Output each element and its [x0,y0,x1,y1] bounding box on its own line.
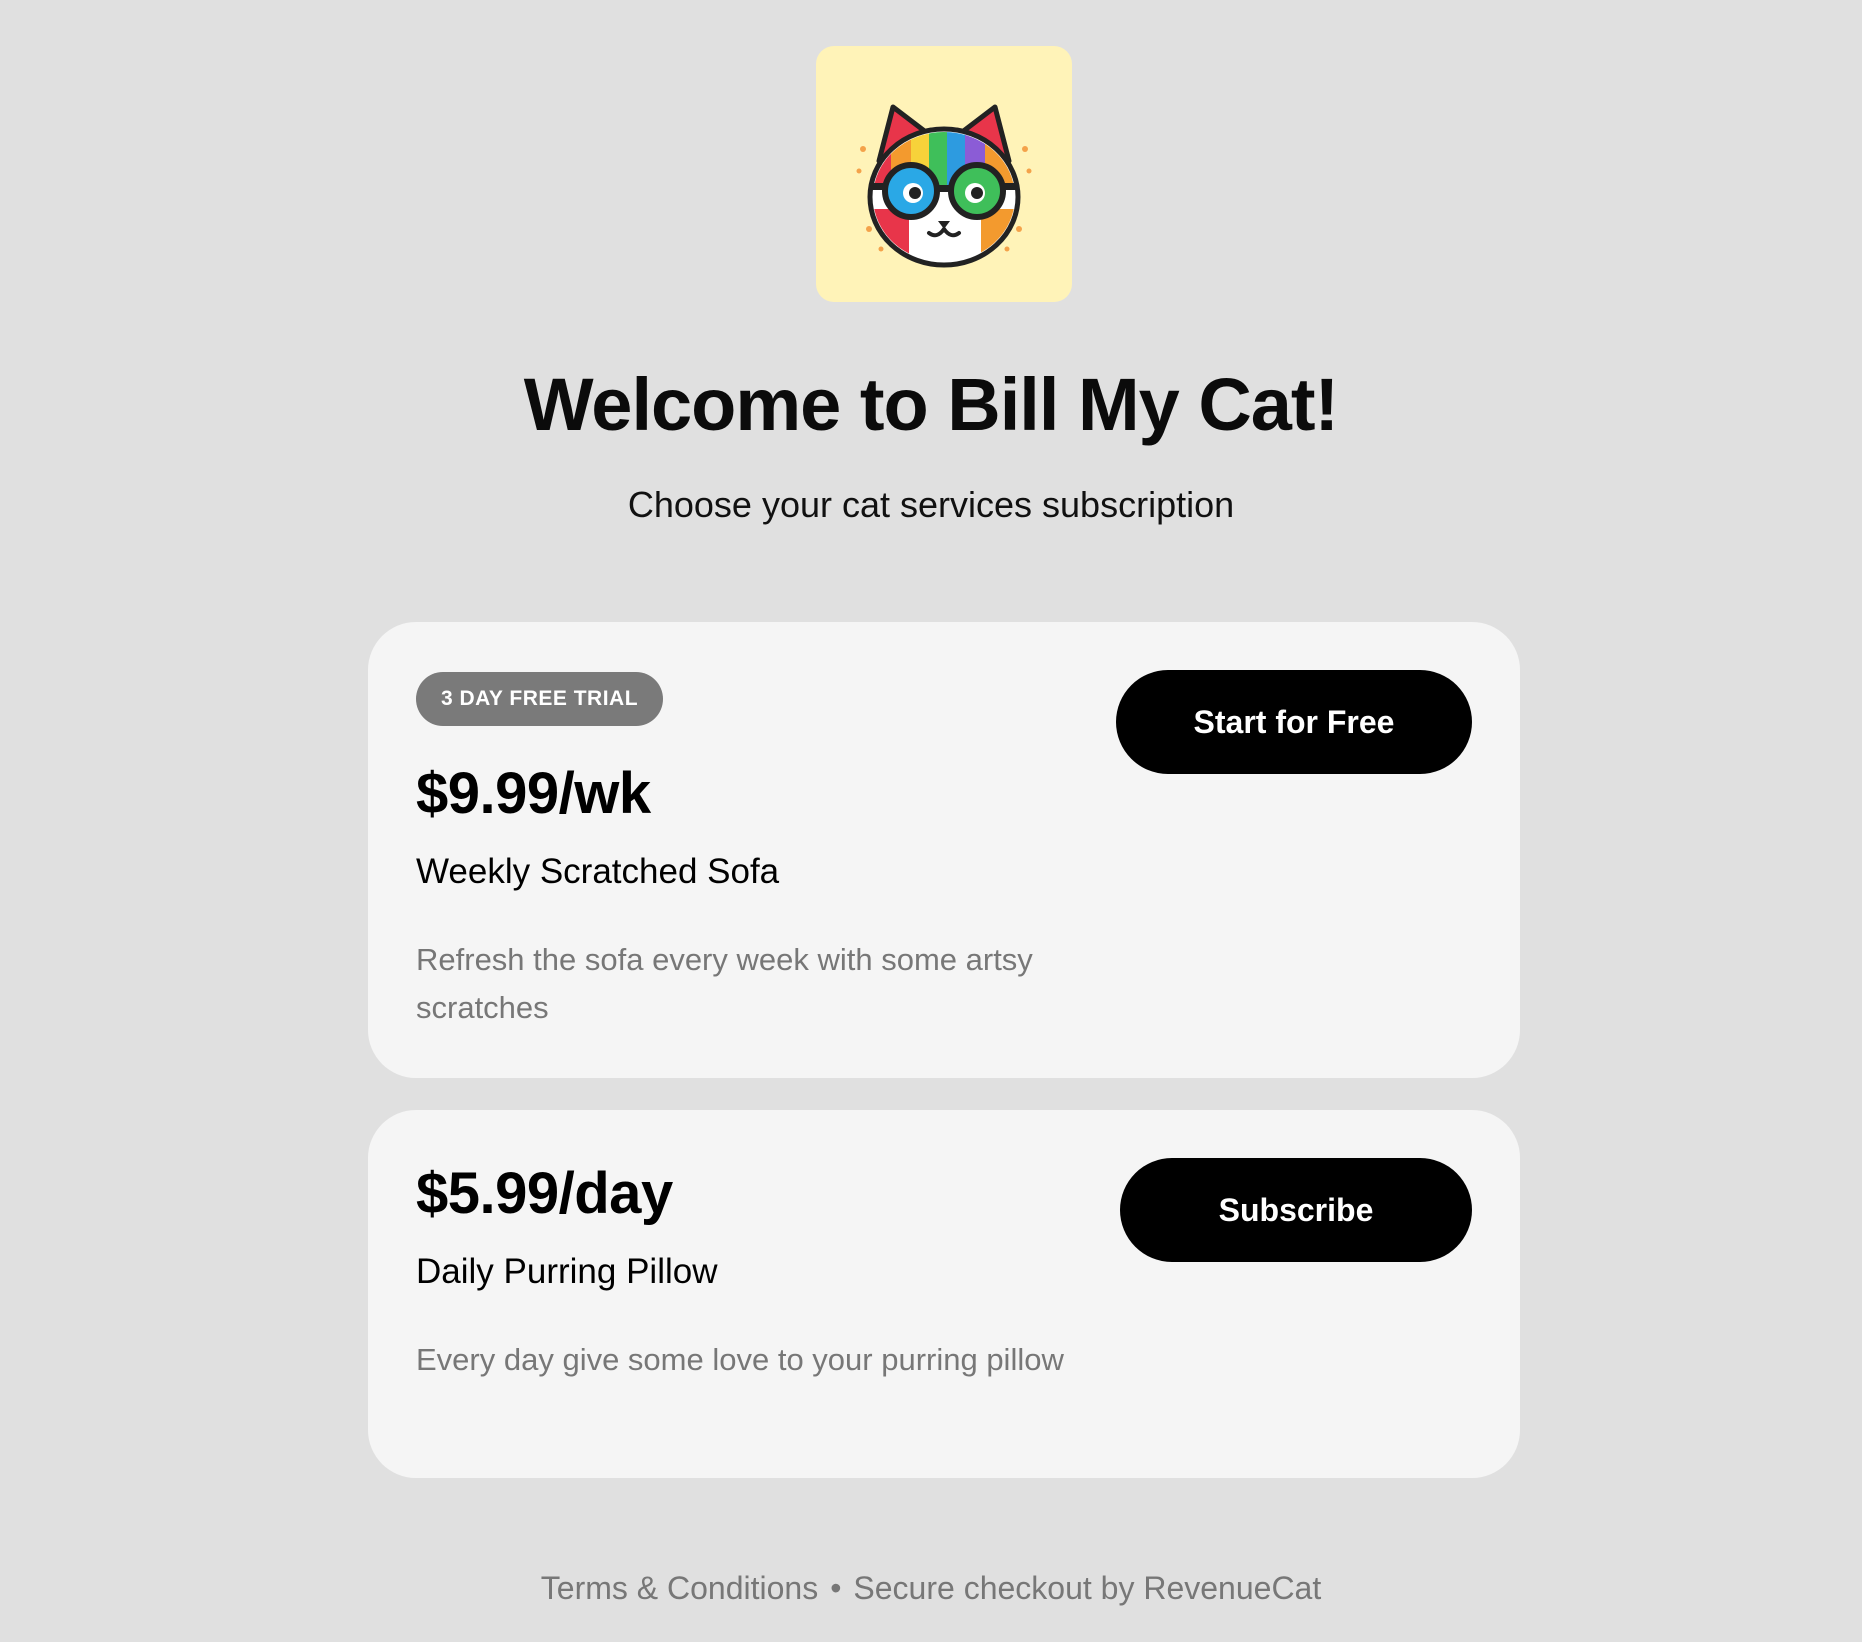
page-title: Welcome to Bill My Cat! [523,363,1339,446]
page-subtitle: Choose your cat services subscription [627,484,1235,525]
paywall-page: Welcome to Bill My Cat! Choose your cat … [0,0,1862,1642]
footer-separator: • [830,1570,842,1606]
app-logo [816,46,1072,302]
free-trial-badge: 3 DAY FREE TRIAL [416,672,664,726]
plan-description: Refresh the sofa every week with some ar… [416,942,1033,1025]
plan-price: $9.99/wk [416,761,651,826]
plan-card-daily: $5.99/day Daily Purring Pillow Every day… [368,1110,1520,1478]
plan-name: Weekly Scratched Sofa [416,852,780,891]
plan-price: $5.99/day [416,1161,673,1226]
cat-with-glasses-icon [856,104,1032,268]
secure-checkout-text: Secure checkout by RevenueCat [853,1570,1322,1606]
plan-description: Every day give some love to your purring… [416,1342,1064,1377]
footer: Terms & Conditions • Secure checkout by Re… [0,1570,1862,1607]
plan-card-weekly: 3 DAY FREE TRIAL $9.99/wk Weekly Scratch… [368,622,1520,1078]
subscribe-button[interactable]: Subscribe [1120,1158,1472,1262]
terms-link[interactable]: Terms & Conditions [541,1570,818,1606]
plan-name: Daily Purring Pillow [416,1252,718,1291]
start-for-free-button[interactable]: Start for Free [1116,670,1472,774]
